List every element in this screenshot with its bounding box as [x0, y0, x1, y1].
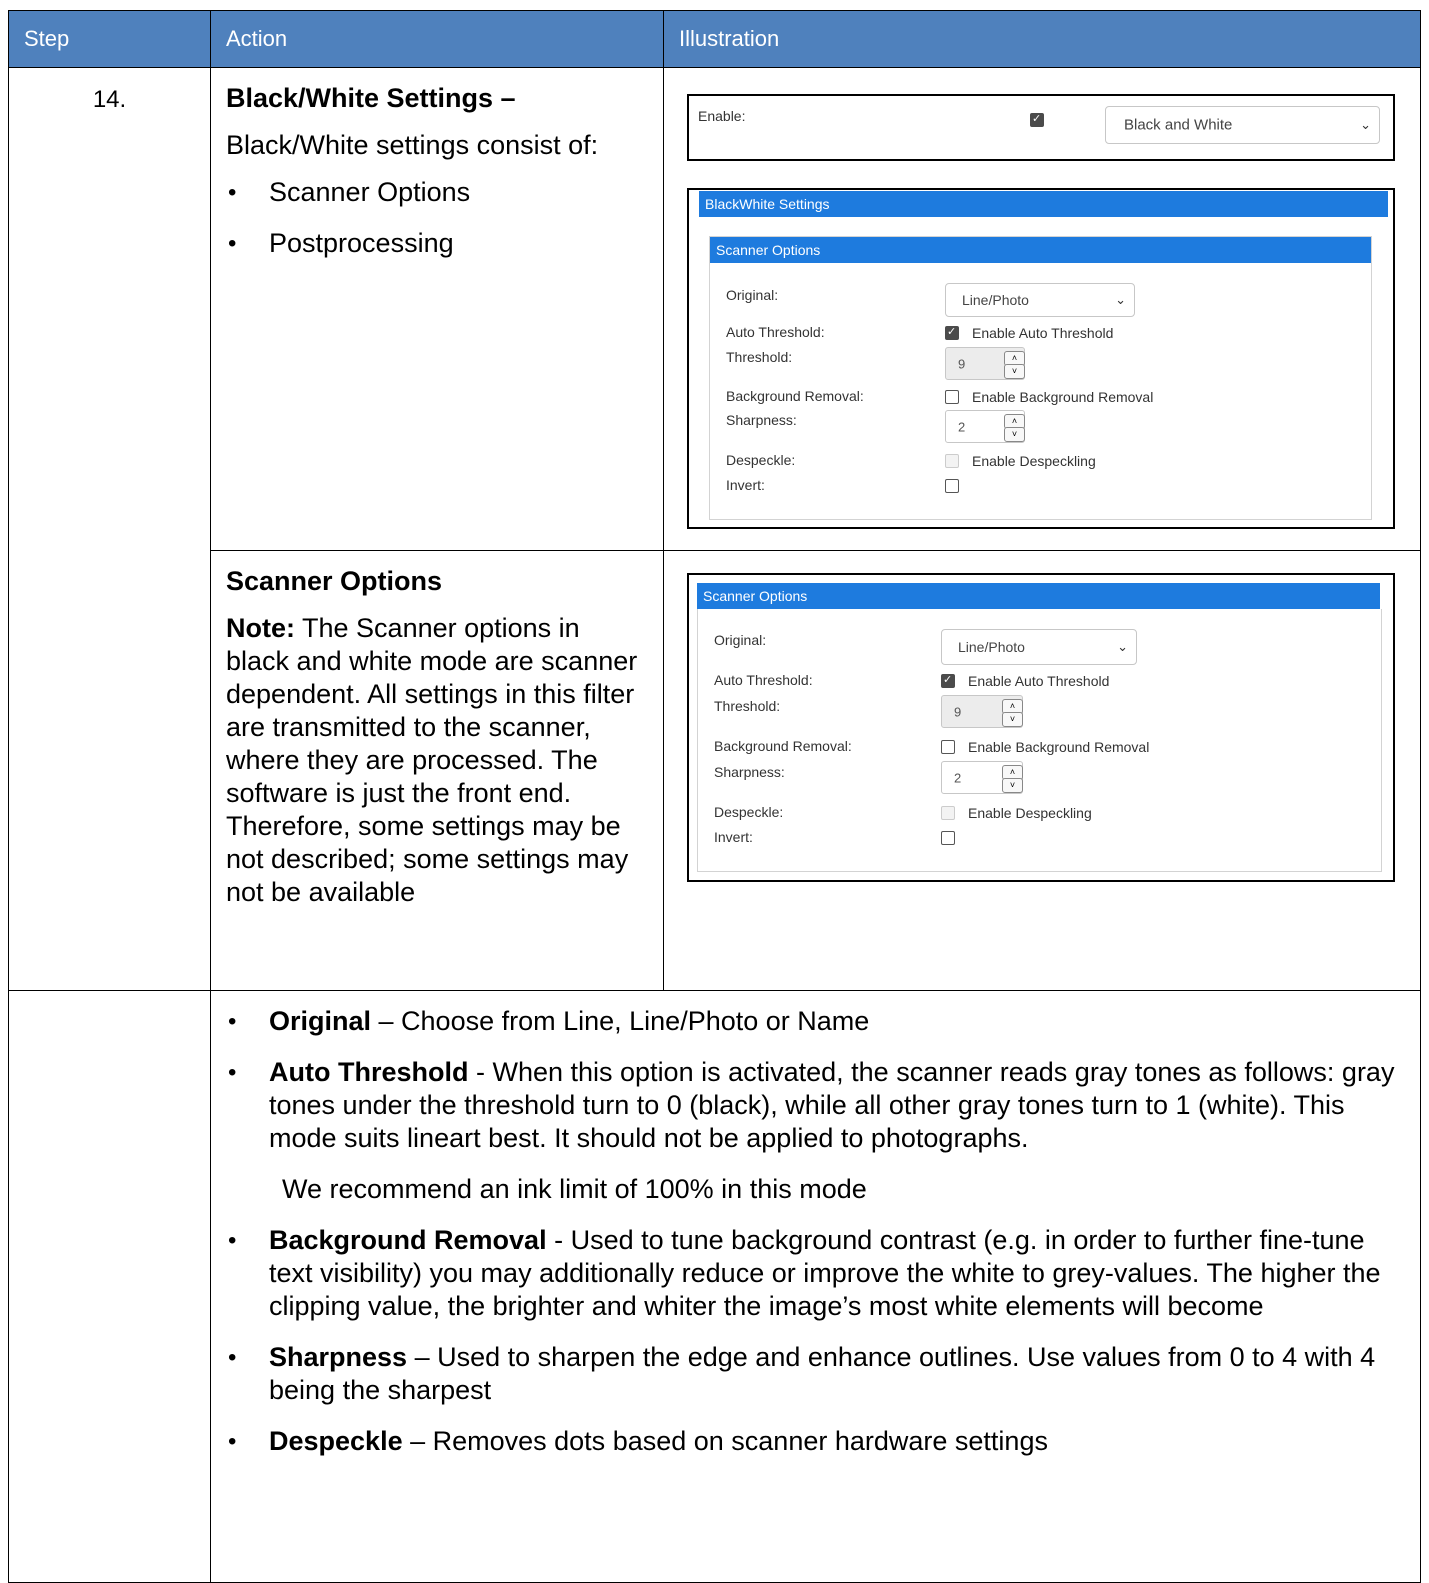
table-row: Scanner Options Note: The Scanner option… — [9, 550, 1421, 991]
note-label: Note: — [226, 613, 295, 643]
list-item: Background Removal - Used to tune backgr… — [226, 1224, 1410, 1323]
threshold-label: Threshold: — [726, 349, 793, 365]
scanner-options-panel: Scanner Options Original: Line/Photo ⌄ A… — [709, 236, 1372, 520]
original-value: Line/Photo — [962, 292, 1029, 308]
note-paragraph: Note: The Scanner options in black and w… — [226, 612, 649, 909]
table-row: 14. Black/White Settings – Black/White s… — [8, 67, 1421, 991]
enable-label: Enable: — [698, 108, 746, 124]
list-item: Despeckle – Removes dots based on scanne… — [226, 1425, 1410, 1458]
scanner-options-title: Scanner Options — [697, 583, 1380, 609]
list-item: Original – Choose from Line, Line/Photo … — [226, 1005, 1410, 1038]
despeckle-label: Despeckle: — [726, 452, 796, 468]
despeckle-text: Enable Despeckling — [968, 805, 1092, 821]
sharpness-value: 2 — [958, 419, 966, 434]
term-sharpness: Sharpness — [269, 1342, 408, 1372]
threshold-stepper[interactable]: 9 ˄ ˅ — [941, 695, 1023, 728]
description-list: Background Removal - Used to tune backgr… — [226, 1224, 1410, 1458]
action-cell: Black/White Settings – Black/White setti… — [210, 67, 664, 551]
sharpness-label: Sharpness: — [726, 412, 797, 428]
chevron-down-icon: ⌄ — [1115, 292, 1126, 307]
stepper-down-icon[interactable]: ˅ — [1004, 364, 1025, 379]
list-item: Postprocessing — [226, 227, 649, 260]
term-background-removal: Background Removal — [269, 1225, 547, 1255]
invert-checkbox[interactable] — [945, 479, 959, 493]
procedure-table: Step Action Illustration 14. Black/White… — [8, 10, 1421, 1583]
mode-value: Black and White — [1124, 116, 1233, 134]
background-removal-checkbox[interactable] — [945, 390, 959, 404]
original-label: Original: — [714, 632, 767, 648]
desc-despeckle: – Removes dots based on scanner hardware… — [402, 1426, 1048, 1456]
desc-sharpness: – Used to sharpen the edge and enhance o… — [269, 1342, 1376, 1405]
description-cell: Original – Choose from Line, Line/Photo … — [210, 990, 1421, 1583]
sharpness-stepper[interactable]: 2 ˄ ˅ — [941, 761, 1023, 794]
empty-step-cell — [8, 990, 211, 1583]
scanner-options-body: Original: Line/Photo ⌄ Auto Threshold: E… — [697, 609, 1382, 872]
header-step: Step — [8, 10, 211, 68]
stepper-down-icon[interactable]: ˅ — [1002, 778, 1023, 793]
auto-threshold-text: Enable Auto Threshold — [968, 673, 1110, 689]
chevron-down-icon: ⌄ — [1117, 639, 1128, 654]
despeckle-text: Enable Despeckling — [972, 453, 1096, 469]
despeckle-checkbox[interactable] — [945, 454, 959, 468]
auto-threshold-checkbox[interactable] — [945, 325, 959, 340]
threshold-stepper[interactable]: 9 ˄ ˅ — [945, 347, 1025, 380]
step-number: 14. — [8, 67, 211, 991]
header-action: Action — [210, 10, 664, 68]
threshold-value: 9 — [954, 704, 962, 719]
bw-settings-title: BlackWhite Settings — [699, 191, 1388, 217]
background-removal-checkbox[interactable] — [941, 740, 955, 754]
recommend-text: We recommend an ink limit of 100% in thi… — [282, 1174, 867, 1204]
mode-select[interactable]: Black and White ⌄ — [1105, 106, 1380, 144]
desc-original: – Choose from Line, Line/Photo or Name — [371, 1006, 870, 1036]
description-list: Original – Choose from Line, Line/Photo … — [226, 1005, 1410, 1155]
illustration-cell: Enable: Black and White ⌄ BlackWhite Set… — [663, 67, 1421, 551]
table-header-row: Step Action Illustration — [8, 10, 1421, 68]
bw-settings-panel: BlackWhite Settings Scanner Options Orig… — [687, 188, 1395, 529]
auto-threshold-checkbox[interactable] — [941, 673, 955, 688]
despeckle-label: Despeckle: — [714, 804, 784, 820]
stepper-down-icon[interactable]: ˅ — [1002, 712, 1023, 727]
action-cell: Scanner Options Note: The Scanner option… — [210, 550, 664, 991]
enable-checkbox[interactable] — [1030, 112, 1044, 127]
original-label: Original: — [726, 287, 779, 303]
list-item: Sharpness – Used to sharpen the edge and… — [226, 1341, 1410, 1407]
background-removal-text: Enable Background Removal — [972, 389, 1154, 405]
header-illustration: Illustration — [663, 10, 1421, 68]
stepper-down-icon[interactable]: ˅ — [1004, 427, 1025, 442]
auto-threshold-text: Enable Auto Threshold — [972, 325, 1114, 341]
illustration-cell: Scanner Options Original: Line/Photo ⌄ A… — [663, 550, 1421, 991]
background-removal-label: Background Removal: — [714, 738, 852, 754]
list-item: Scanner Options — [226, 176, 649, 209]
threshold-value: 9 — [958, 356, 966, 371]
term-despeckle: Despeckle — [269, 1426, 403, 1456]
table-row: Original – Choose from Line, Line/Photo … — [8, 990, 1421, 1583]
enable-panel: Enable: Black and White ⌄ — [687, 94, 1395, 161]
chevron-down-icon: ⌄ — [1360, 117, 1371, 132]
threshold-label: Threshold: — [714, 698, 781, 714]
settings-list: Scanner Options Postprocessing — [226, 176, 649, 260]
intro-text: Black/White settings consist of: — [226, 130, 599, 160]
scanner-options-panel: Scanner Options Original: Line/Photo ⌄ A… — [687, 573, 1395, 882]
background-removal-label: Background Removal: — [726, 388, 864, 404]
term-original: Original — [269, 1006, 372, 1036]
sharpness-label: Sharpness: — [714, 764, 785, 780]
auto-threshold-label: Auto Threshold: — [726, 324, 825, 340]
list-item: Auto Threshold - When this option is act… — [226, 1056, 1410, 1155]
despeckle-checkbox[interactable] — [941, 806, 955, 820]
original-value: Line/Photo — [958, 639, 1025, 655]
scanner-options-title: Scanner Options — [710, 237, 1371, 263]
original-select[interactable]: Line/Photo ⌄ — [945, 283, 1135, 317]
invert-label: Invert: — [714, 829, 753, 845]
invert-checkbox[interactable] — [941, 831, 955, 845]
auto-threshold-label: Auto Threshold: — [714, 672, 813, 688]
section-title: Black/White Settings – — [226, 83, 516, 113]
note-text: The Scanner options in black and white m… — [226, 613, 638, 907]
sharpness-value: 2 — [954, 770, 962, 785]
invert-label: Invert: — [726, 477, 765, 493]
original-select[interactable]: Line/Photo ⌄ — [941, 629, 1137, 665]
section-title: Scanner Options — [226, 566, 443, 596]
background-removal-text: Enable Background Removal — [968, 739, 1150, 755]
term-auto-threshold: Auto Threshold — [269, 1057, 469, 1087]
sharpness-stepper[interactable]: 2 ˄ ˅ — [945, 410, 1025, 443]
